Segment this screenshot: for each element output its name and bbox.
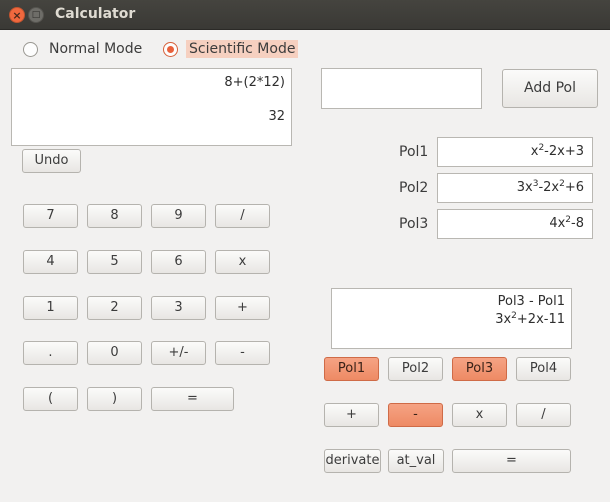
- key-minus-button[interactable]: -: [215, 341, 270, 365]
- key-8-button[interactable]: 8: [87, 204, 142, 228]
- calculator-display: 8+(2*12) 32: [11, 68, 292, 146]
- maximize-icon[interactable]: □: [28, 7, 44, 23]
- polynomial-input[interactable]: [321, 68, 482, 109]
- normal-mode-radio-indicator[interactable]: [23, 41, 38, 57]
- key-3-button[interactable]: 3: [151, 296, 206, 320]
- polynomial-output-expression: Pol3 - Pol1: [497, 294, 565, 309]
- key-9-button[interactable]: 9: [151, 204, 206, 228]
- key-sign-button[interactable]: +/-: [151, 341, 206, 365]
- pol-op-divide-button[interactable]: /: [516, 403, 571, 427]
- key-0-button[interactable]: 0: [87, 341, 142, 365]
- pol-op-multiply-button[interactable]: x: [452, 403, 507, 427]
- pol2-select-button[interactable]: Pol2: [388, 357, 443, 381]
- pol3-label: Pol3: [399, 216, 429, 232]
- key-plus-button[interactable]: +: [215, 296, 270, 320]
- normal-mode-radio[interactable]: Normal Mode: [23, 38, 145, 60]
- pol-equals-button[interactable]: =: [452, 449, 571, 473]
- pol3-select-button[interactable]: Pol3: [452, 357, 507, 381]
- key-decimal-button[interactable]: .: [23, 341, 78, 365]
- polynomial-output-result: 3x2+2x-11: [495, 311, 565, 328]
- title-bar: × □ Calculator: [0, 0, 610, 30]
- key-1-button[interactable]: 1: [23, 296, 78, 320]
- display-expression: 8+(2*12): [224, 75, 285, 90]
- window-title: Calculator: [55, 6, 136, 22]
- pol-at-val-button[interactable]: at_val: [388, 449, 444, 473]
- key-divide-button[interactable]: /: [215, 204, 270, 228]
- pol-op-plus-button[interactable]: +: [324, 403, 379, 427]
- key-multiply-button[interactable]: x: [215, 250, 270, 274]
- scientific-mode-radio[interactable]: Scientific Mode: [163, 38, 299, 60]
- key-4-button[interactable]: 4: [23, 250, 78, 274]
- key-close-paren-button[interactable]: ): [87, 387, 142, 411]
- key-7-button[interactable]: 7: [23, 204, 78, 228]
- key-2-button[interactable]: 2: [87, 296, 142, 320]
- calculator-window: × □ Calculator Normal Mode Scientific Mo…: [0, 0, 610, 502]
- pol2-label: Pol2: [399, 180, 429, 196]
- pol3-field[interactable]: 4x2-8: [437, 209, 593, 239]
- pol1-field[interactable]: x2-2x+3: [437, 137, 593, 167]
- pol4-select-button[interactable]: Pol4: [516, 357, 571, 381]
- scientific-mode-label: Scientific Mode: [186, 40, 299, 58]
- pol-derivate-button[interactable]: derivate: [324, 449, 381, 473]
- polynomial-output: Pol3 - Pol1 3x2+2x-11: [331, 288, 572, 349]
- display-result: 32: [268, 109, 285, 124]
- key-5-button[interactable]: 5: [87, 250, 142, 274]
- pol-op-minus-button[interactable]: -: [388, 403, 443, 427]
- undo-button[interactable]: Undo: [22, 149, 81, 173]
- normal-mode-label: Normal Mode: [49, 41, 143, 57]
- pol1-select-button[interactable]: Pol1: [324, 357, 379, 381]
- close-icon[interactable]: ×: [9, 7, 25, 23]
- key-equals-button[interactable]: =: [151, 387, 234, 411]
- key-open-paren-button[interactable]: (: [23, 387, 78, 411]
- pol1-label: Pol1: [399, 144, 429, 160]
- add-pol-button[interactable]: Add Pol: [502, 69, 598, 108]
- pol2-field[interactable]: 3x3-2x2+6: [437, 173, 593, 203]
- scientific-mode-radio-indicator[interactable]: [163, 41, 178, 57]
- key-6-button[interactable]: 6: [151, 250, 206, 274]
